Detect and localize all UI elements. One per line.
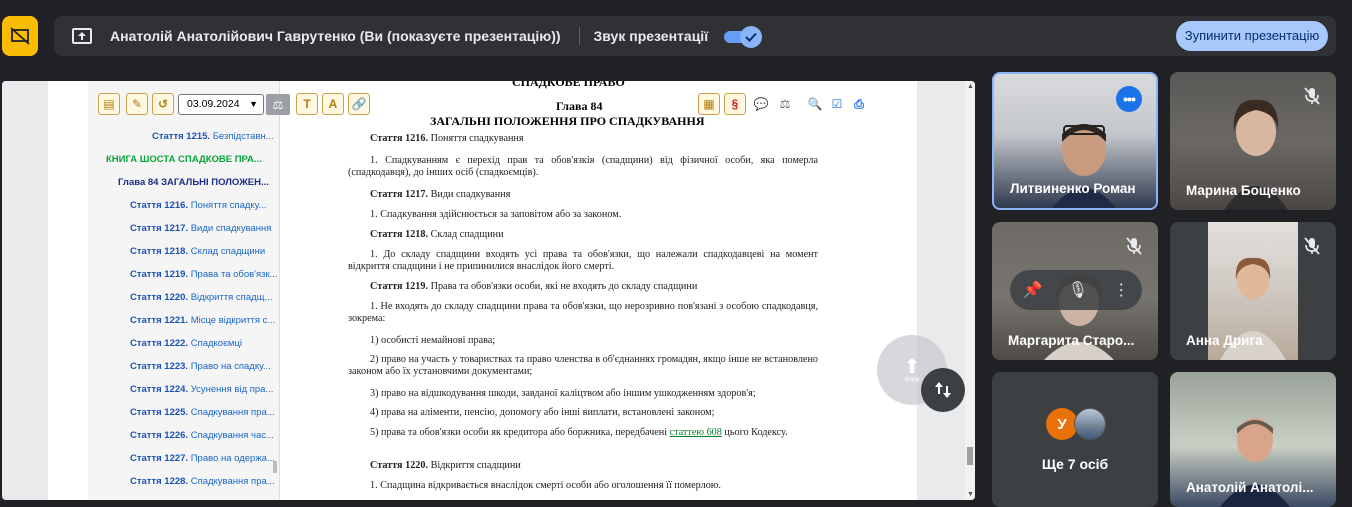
nav-item[interactable]: Стаття 1215. Безпідставн... [152,131,274,142]
link-icon[interactable]: 🔗 [348,93,370,115]
nav-item[interactable]: Стаття 1224. Усунення від пра... [130,384,273,395]
top-bar: Анатолій Анатолійович Гаврутенко (Ви (по… [0,0,1352,72]
book-heading: СПАДКОВЕ ПРАВО [512,81,625,89]
text-icon[interactable]: T [296,93,318,115]
more-options-button[interactable]: ••• [1116,86,1142,112]
avatar [1074,408,1106,440]
presentation-off-icon[interactable] [2,16,38,56]
edition-date-select[interactable]: 03.09.2024 ▼ [178,94,264,115]
article-heading: Стаття 1218. Склад спадщини [370,229,504,240]
others-count: Ще 7 осіб [1041,456,1109,472]
screen-share-icon [70,24,94,48]
participant-tile[interactable]: 📌 🎙 ⋮ Маргарита Старо... [992,222,1158,360]
article-heading: Стаття 1220. Відкриття спадщини [370,460,521,471]
search-icon[interactable]: 🔍 [804,93,826,115]
check-icon [740,26,763,48]
scrollbar-thumb[interactable] [967,447,973,465]
mic-off-icon [1122,234,1146,258]
page-margin-left [2,81,48,500]
edit-icon[interactable]: ✎ [126,93,148,115]
comments-icon[interactable]: 💬 [750,93,772,115]
history-icon[interactable]: ↺ [152,93,174,115]
others-tile[interactable]: У Ще 7 осіб [992,372,1158,507]
nav-item[interactable]: Стаття 1219. Права та обов'язк... [130,269,278,280]
nav-item[interactable]: Стаття 1226. Спадкування час... [130,430,274,441]
nav-scrollbar[interactable] [273,461,277,473]
print-icon[interactable]: ⎙ [848,93,870,115]
participant-tile[interactable]: Анна Дрига [1170,222,1336,360]
paragraph: 3) право на відшкодування шкоди, завдано… [370,388,756,399]
paragraph: 1. Не входять до складу спадщини права т… [348,301,818,324]
paragraph: 1. Спадщина відкривається внаслідок смер… [370,480,721,491]
mic-off-icon [1300,84,1324,108]
nav-item[interactable]: Стаття 1223. Право на спадку... [130,361,271,372]
participant-name: Анна Дрига [1186,333,1263,348]
paragraph: 2) право на участь у товариствах та прав… [348,354,818,377]
participant-name: Марина Бощенко [1186,183,1301,198]
divider [578,27,580,45]
presenting-banner: Анатолій Анатолійович Гаврутенко (Ви (по… [54,16,1336,56]
documents-icon[interactable]: ▦ [698,93,720,115]
font-size-icon[interactable]: A [322,93,344,115]
nav-item[interactable]: Стаття 1227. Право на одержа... [130,453,275,464]
paragraph: 1) особисті немайнові права; [370,335,496,346]
pin-icon[interactable]: 📌 [1023,280,1043,300]
nav-item[interactable]: Стаття 1217. Види спадкування [130,223,271,234]
mic-off-icon [1300,234,1324,258]
paragraph: 1. Спадкування здійснюється за заповітом… [370,209,622,220]
presenter-label: Анатолій Анатолійович Гаврутенко (Ви (по… [110,28,561,44]
nav-item[interactable]: Стаття 1216. Поняття спадку... [130,200,266,211]
paragraph: 4) права на аліменти, пенсію, допомогу а… [370,407,715,418]
participant-name: Анатолій Анатолі... [1186,480,1314,495]
checkbox-icon[interactable]: ☑ [826,93,848,115]
article-heading: Стаття 1217. Види спадкування [370,189,511,200]
arrow-up-icon: ⬆ [903,356,921,378]
participant-name: Маргарита Старо... [1008,333,1135,348]
paragraph: 1. Спадкуванням є перехід прав та обов'я… [348,155,818,178]
briefcase-icon[interactable]: ▤ [98,93,120,115]
mic-off-icon[interactable]: 🎙 [1068,280,1088,300]
nav-item[interactable]: Стаття 1218. Склад спадщини [130,246,265,257]
participant-name: Литвиненко Роман [1010,181,1136,196]
article-heading: Стаття 1216. Поняття спадкування [370,133,524,144]
nav-item[interactable]: Стаття 1221. Місце відкриття с... [130,315,275,326]
document-scrollbar[interactable]: ▲ ▼ [965,81,975,500]
nav-item-book[interactable]: КНИГА ШОСТА СПАДКОВЕ ПРА... [106,154,262,165]
shared-document: Стаття 1215. Безпідставн... КНИГА ШОСТА … [2,81,975,500]
participant-tile[interactable]: Анатолій Анатолі... [1170,372,1336,507]
sound-label: Звук презентації [593,28,709,44]
participant-tile[interactable]: ••• Литвиненко Роман [992,72,1158,210]
section-icon[interactable]: § [724,93,746,115]
more-vert-icon[interactable]: ⋮ [1113,280,1129,300]
scales-compare-icon[interactable]: ⚖ [774,93,796,115]
nav-item[interactable]: Стаття 1222. Спадкоємці [130,338,242,349]
paragraph: 5) права та обов'язки особи як кредитора… [370,427,788,438]
tile-hover-controls: 📌 🎙 ⋮ [1010,270,1142,310]
scroll-down-icon[interactable]: ▼ [967,491,974,498]
swap-view-button[interactable] [921,368,965,412]
document-toolbar: ▤ ✎ ↺ 03.09.2024 ▼ ⚖ T A 🔗 ▦ § 💬 ⚖ 🔍 ☑ ⎙ [98,93,868,117]
article-link[interactable]: статтею 608 [670,427,722,438]
paragraph: 1. До складу спадщини входять усі права … [348,249,818,272]
stop-presenting-button[interactable]: Зупинити презентацію [1176,21,1328,51]
nav-item[interactable]: Стаття 1225. Спадкування пра... [130,407,275,418]
nav-item-chapter[interactable]: Глава 84 ЗАГАЛЬНІ ПОЛОЖЕН... [118,177,269,188]
nav-item[interactable]: Стаття 1220. Відкриття спадщ... [130,292,272,303]
article-heading: Стаття 1219. Права та обов'язки особи, я… [370,281,698,292]
scales-icon[interactable]: ⚖ [266,94,290,115]
sound-toggle[interactable] [724,26,763,48]
scroll-up-icon[interactable]: ▲ [967,83,974,90]
chevron-down-icon: ▼ [249,99,258,109]
navigation-panel: Стаття 1215. Безпідставн... КНИГА ШОСТА … [88,81,280,500]
nav-item[interactable]: Стаття 1228. Спадкування пра... [130,476,275,487]
participant-tile[interactable]: Марина Бощенко [1170,72,1336,210]
swap-vertical-icon [935,382,951,398]
